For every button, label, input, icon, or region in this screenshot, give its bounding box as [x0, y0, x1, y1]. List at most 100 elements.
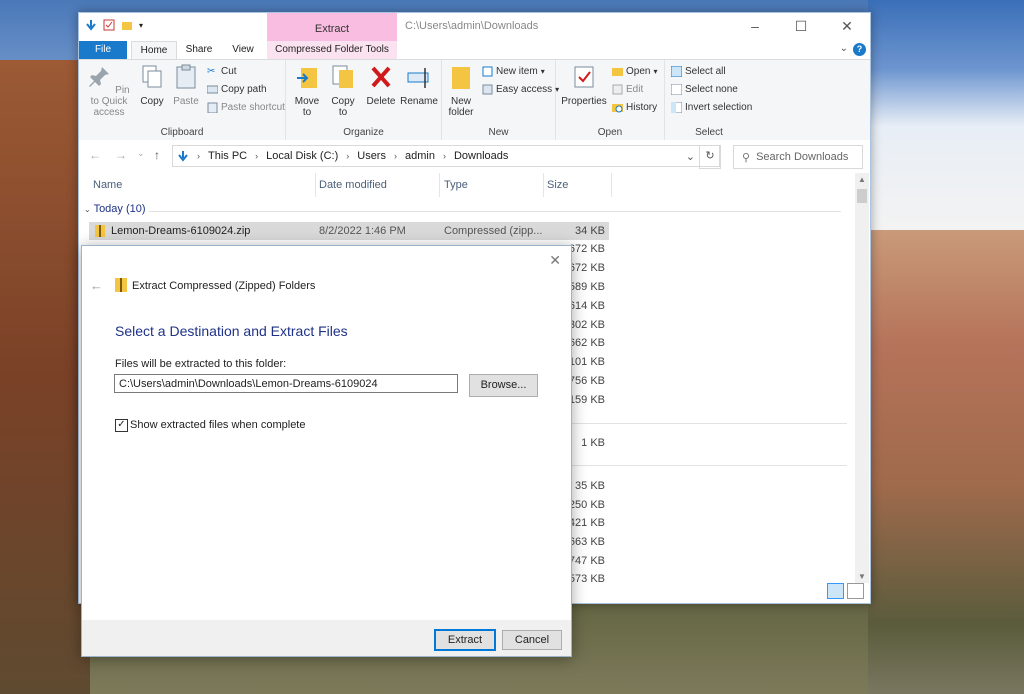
tab-home[interactable]: Home — [131, 41, 177, 60]
qat-dropdown-icon[interactable]: ▾ — [139, 21, 143, 30]
back-arrow-icon[interactable]: ← — [89, 148, 101, 162]
edit-button[interactable]: Edit — [612, 84, 643, 95]
clipboard-group: Pin to Quick access Copy Paste ✂ Cut Cop… — [79, 60, 286, 140]
search-box[interactable]: ⚲ Search Downloads — [733, 145, 863, 169]
folder-icon[interactable] — [121, 19, 133, 31]
minimize-button[interactable]: – — [732, 13, 778, 41]
copy-path-label: Copy path — [221, 84, 267, 95]
properties-icon[interactable] — [103, 19, 115, 31]
extract-dialog: ✕ ← Extract Compressed (Zipped) Folders … — [81, 245, 572, 657]
copy-to-button[interactable]: Copy to — [326, 64, 360, 118]
column-divider[interactable] — [315, 173, 316, 197]
cut-button[interactable]: ✂ Cut — [207, 66, 237, 77]
history-button[interactable]: History — [612, 102, 657, 113]
breadcrumb-users[interactable]: Users — [357, 150, 386, 162]
pin-to-quick-access-button[interactable]: Pin to Quick access — [83, 64, 135, 118]
up-arrow-icon[interactable]: ↑ — [154, 148, 160, 162]
breadcrumb-separator-icon: › — [393, 151, 397, 161]
dialog-close-icon[interactable]: ✕ — [549, 252, 561, 269]
file-row-selected[interactable]: Lemon-Dreams-6109024.zip 8/2/2022 1:46 P… — [89, 222, 609, 240]
new-item-button[interactable]: New item ▾ — [482, 66, 545, 77]
search-placeholder: Search Downloads — [756, 151, 849, 163]
breadcrumb-downloads[interactable]: Downloads — [454, 150, 508, 162]
navigation-bar: ← → ⌄ ↑ › This PC › Local Disk (C:) › Us… — [79, 140, 870, 170]
column-divider[interactable] — [611, 173, 612, 197]
move-to-button[interactable]: Move to — [290, 64, 324, 118]
invert-selection-label: Invert selection — [685, 102, 753, 113]
tab-view[interactable]: View — [225, 41, 261, 59]
select-none-icon — [671, 84, 682, 95]
paste-shortcut-icon — [207, 102, 218, 113]
column-name[interactable]: Name — [93, 173, 122, 197]
search-icon: ⚲ — [742, 151, 751, 164]
ribbon-expand-icon[interactable]: ⌄ — [840, 43, 848, 54]
new-group: New folder New item ▾ Easy access ▾ New — [442, 60, 559, 140]
show-files-checkbox[interactable]: ✓ — [115, 419, 128, 432]
cut-label: Cut — [221, 66, 237, 77]
group-divider — [547, 465, 847, 466]
large-icons-view-icon[interactable] — [847, 583, 864, 599]
dialog-back-arrow-icon[interactable]: ← — [90, 278, 103, 293]
close-button[interactable]: ✕ — [824, 13, 870, 41]
edit-label: Edit — [626, 84, 644, 95]
copy-path-button[interactable]: Copy path — [207, 84, 267, 95]
new-group-label: New — [488, 127, 509, 138]
tab-compressed-folder-tools[interactable]: Compressed Folder Tools — [267, 41, 397, 59]
select-none-button[interactable]: Select none — [671, 84, 738, 95]
window-title: C:\Users\admin\Downloads — [405, 20, 539, 32]
history-label: History — [626, 102, 658, 113]
file-name: Lemon-Dreams-6109024.zip — [111, 225, 251, 237]
edit-icon — [612, 84, 623, 95]
delete-button[interactable]: Delete — [364, 64, 398, 107]
new-folder-button[interactable]: New folder — [444, 64, 478, 118]
group-header-today[interactable]: ⌄ Today (10) — [84, 203, 146, 215]
paste-shortcut-button[interactable]: Paste shortcut — [207, 102, 285, 113]
scroll-down-icon[interactable]: ▼ — [855, 572, 869, 581]
new-folder-icon — [452, 67, 470, 89]
breadcrumb-local-disk[interactable]: Local Disk (C:) — [266, 150, 338, 162]
scrollbar-thumb[interactable] — [857, 189, 867, 203]
paste-button[interactable]: Paste — [171, 64, 201, 107]
recent-locations-icon[interactable]: ⌄ — [137, 148, 145, 159]
breadcrumb-separator-icon: › — [197, 151, 200, 161]
tab-share[interactable]: Share — [179, 41, 219, 59]
scroll-up-icon[interactable]: ▲ — [855, 175, 869, 184]
tab-file[interactable]: File — [79, 41, 127, 59]
column-type[interactable]: Type — [444, 173, 468, 197]
paste-label: Paste — [173, 96, 199, 107]
breadcrumb-separator-icon: › — [442, 151, 446, 161]
column-size[interactable]: Size — [547, 173, 568, 197]
extract-button[interactable]: Extract — [434, 629, 496, 651]
select-all-button[interactable]: Select all — [671, 66, 726, 77]
clipboard-group-label: Clipboard — [160, 127, 204, 138]
down-arrow-icon[interactable] — [85, 19, 97, 31]
show-files-label[interactable]: Show extracted files when complete — [130, 419, 305, 431]
open-button[interactable]: Open ▾ — [612, 66, 657, 77]
forward-arrow-icon[interactable]: → — [115, 148, 127, 162]
cancel-button[interactable]: Cancel — [502, 630, 562, 650]
destination-path-input[interactable]: C:\Users\admin\Downloads\Lemon-Dreams-61… — [114, 374, 458, 393]
easy-access-label: Easy access — [496, 84, 553, 95]
open-group-label: Open — [597, 127, 623, 138]
address-bar[interactable]: › This PC › Local Disk (C:) › Users › ad… — [172, 145, 720, 167]
properties-button[interactable]: Properties — [560, 64, 608, 107]
invert-selection-button[interactable]: Invert selection — [671, 102, 752, 113]
breadcrumb-this-pc[interactable]: This PC — [208, 150, 247, 162]
breadcrumb-admin[interactable]: admin — [405, 150, 435, 162]
browse-button[interactable]: Browse... — [469, 374, 538, 397]
details-view-icon[interactable] — [827, 583, 844, 599]
help-icon[interactable]: ? — [853, 43, 866, 56]
column-date-modified[interactable]: Date modified — [319, 173, 387, 197]
column-divider[interactable] — [543, 173, 544, 197]
quick-access-toolbar: ▾ — [85, 19, 143, 31]
copy-button[interactable]: Copy — [137, 64, 167, 107]
vertical-scrollbar[interactable]: ▲ ▼ — [855, 173, 869, 583]
select-all-icon — [671, 66, 682, 77]
maximize-button[interactable]: ☐ — [778, 13, 824, 41]
easy-access-button[interactable]: Easy access ▾ — [482, 84, 559, 95]
rename-button[interactable]: Rename — [400, 64, 438, 107]
group-divider — [149, 211, 841, 212]
address-dropdown-icon[interactable]: ⌄ — [686, 150, 695, 163]
refresh-button[interactable]: ↻ — [699, 145, 721, 169]
column-divider[interactable] — [439, 173, 440, 197]
